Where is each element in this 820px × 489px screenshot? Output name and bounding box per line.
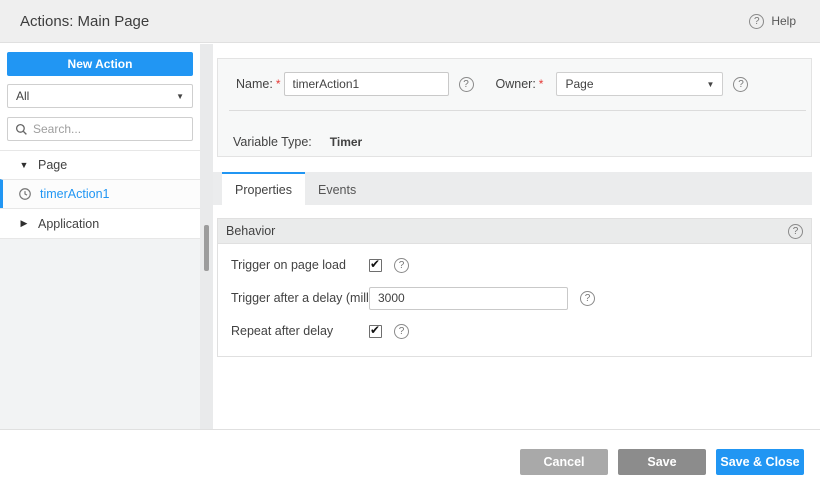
expand-arrow-icon[interactable]: [18, 218, 30, 229]
trigger-delay-label: Trigger after a delay (millisec…: [231, 291, 369, 305]
behavior-section: Behavior ? Trigger on page load ? Trigge…: [217, 218, 812, 357]
sidebar-scrollbar[interactable]: [200, 44, 213, 429]
tree-item-label: Application: [38, 216, 100, 231]
help-button[interactable]: ? Help: [749, 13, 796, 29]
trigger-delay-row: Trigger after a delay (millisec… ?: [231, 286, 811, 310]
form-divider: [229, 110, 806, 111]
tab-events[interactable]: Events: [305, 172, 369, 205]
trigger-on-page-load-help-icon[interactable]: ?: [394, 257, 409, 273]
behavior-header: Behavior ?: [218, 219, 811, 244]
owner-label: Owner:: [495, 77, 536, 91]
filter-select[interactable]: All ▼: [7, 84, 193, 108]
save-and-close-button[interactable]: Save & Close: [716, 449, 804, 475]
scrollbar-thumb[interactable]: [204, 225, 209, 271]
help-icon: ?: [749, 13, 765, 29]
search-input[interactable]: [33, 122, 185, 136]
trigger-delay-help-icon[interactable]: ?: [580, 290, 595, 306]
required-marker: *: [538, 77, 544, 91]
repeat-after-delay-help-icon[interactable]: ?: [394, 323, 409, 339]
owner-select[interactable]: Page ▼: [556, 72, 724, 96]
save-button[interactable]: Save: [618, 449, 706, 475]
name-label: Name:: [236, 77, 273, 91]
tab-properties[interactable]: Properties: [222, 172, 305, 205]
sidebar: New Action All ▼ Page: [0, 44, 200, 429]
action-form: Name: * ? Owner: * Page ▼ ? Variable Typ…: [217, 58, 812, 157]
page-title: Actions: Main Page: [20, 12, 150, 30]
sidebar-empty-area: [0, 239, 200, 429]
repeat-after-delay-row: Repeat after delay ?: [231, 319, 811, 343]
variable-type-row: Variable Type: Timer: [233, 135, 362, 149]
collapse-arrow-icon[interactable]: [18, 160, 30, 170]
name-owner-row: Name: * ? Owner: * Page ▼ ?: [218, 72, 811, 96]
required-marker: *: [275, 77, 281, 91]
dialog-footer: Cancel Save Save & Close: [0, 429, 820, 489]
tree-item-application[interactable]: Application: [0, 208, 200, 239]
trigger-delay-input[interactable]: [369, 286, 568, 310]
name-input[interactable]: [283, 72, 449, 96]
name-help-icon[interactable]: ?: [458, 76, 474, 92]
timer-clock-icon: [18, 187, 32, 201]
tree-item-label: timerAction1: [40, 187, 110, 201]
actions-tree: Page timerAction1 Application: [0, 150, 200, 239]
chevron-down-icon: ▼: [706, 79, 715, 89]
tree-item-timeraction1[interactable]: timerAction1: [0, 179, 200, 208]
search-icon: [15, 123, 28, 136]
tree-item-page[interactable]: Page: [0, 150, 200, 179]
search-box: [7, 117, 193, 141]
behavior-help-icon[interactable]: ?: [788, 223, 803, 239]
filter-select-value: All: [16, 89, 30, 103]
trigger-on-page-load-label: Trigger on page load: [231, 258, 346, 272]
repeat-after-delay-label: Repeat after delay: [231, 324, 334, 338]
trigger-on-page-load-row: Trigger on page load ?: [231, 253, 811, 277]
actions-dialog: Actions: Main Page ? Help New Action All…: [0, 0, 820, 489]
owner-help-icon[interactable]: ?: [733, 76, 749, 92]
owner-select-value: Page: [565, 77, 594, 91]
tab-bar: Properties Events: [213, 172, 812, 205]
new-action-button[interactable]: New Action: [7, 52, 193, 76]
repeat-after-delay-checkbox[interactable]: [369, 323, 382, 338]
dialog-header: Actions: Main Page ? Help: [0, 0, 820, 43]
variable-type-value: Timer: [329, 135, 363, 149]
chevron-down-icon: ▼: [176, 91, 184, 101]
trigger-on-page-load-checkbox[interactable]: [369, 257, 382, 272]
behavior-title: Behavior: [226, 224, 276, 238]
tree-item-label: Page: [38, 158, 68, 172]
help-label: Help: [771, 14, 796, 28]
main-panel: Name: * ? Owner: * Page ▼ ? Variable Typ…: [213, 44, 820, 429]
cancel-button[interactable]: Cancel: [520, 449, 608, 475]
variable-type-label: Variable Type:: [233, 135, 312, 149]
